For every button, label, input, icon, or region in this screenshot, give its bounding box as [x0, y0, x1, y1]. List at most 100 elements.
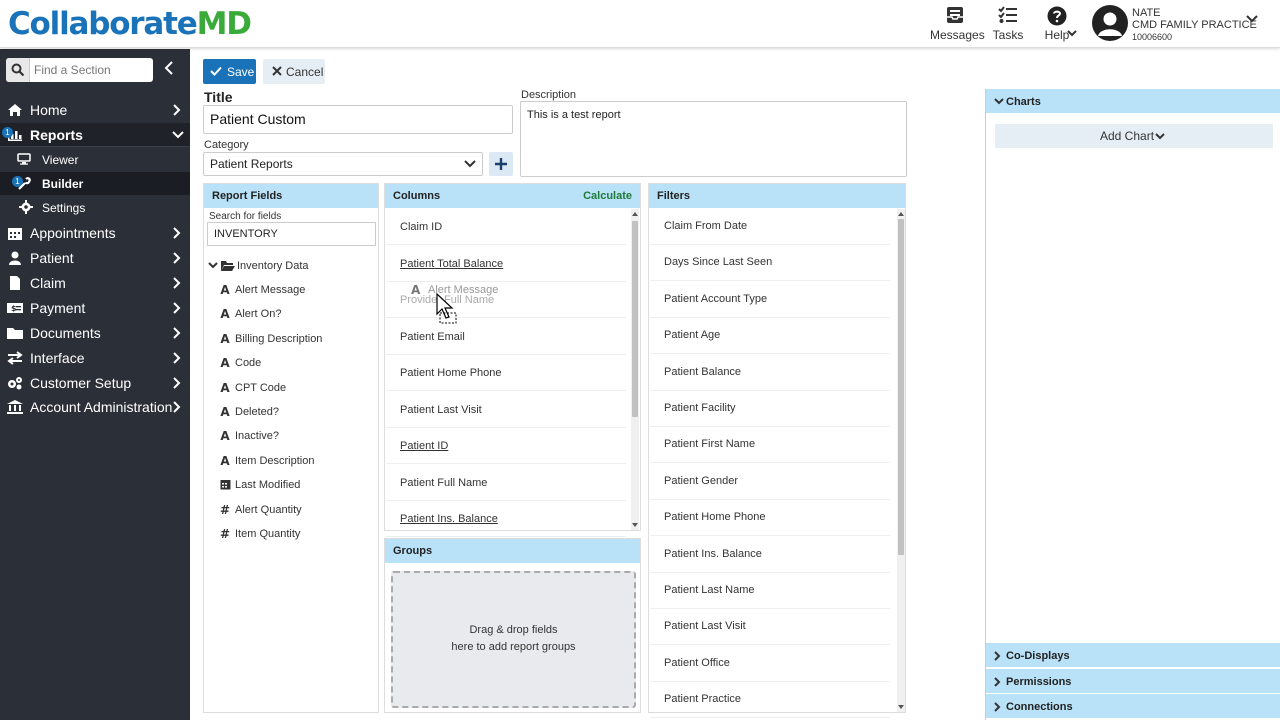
- connections-section-header[interactable]: Connections: [986, 694, 1280, 719]
- filter-item[interactable]: Claim From Date: [650, 208, 890, 245]
- field-item[interactable]: # Item Quantity: [219, 527, 374, 543]
- filter-item[interactable]: Days Since Last Seen: [650, 244, 890, 282]
- filter-item[interactable]: Patient Ins. Balance: [650, 536, 890, 573]
- filters-scrollbar[interactable]: [897, 209, 905, 712]
- search-button[interactable]: [6, 58, 30, 82]
- groups-dropzone[interactable]: Drag & drop fields here to add report gr…: [391, 571, 636, 708]
- close-icon: [272, 66, 282, 76]
- sidebar-item-label: Documents: [30, 325, 101, 341]
- filter-item-label: Patient First Name: [664, 438, 756, 451]
- save-button[interactable]: Save: [203, 59, 256, 84]
- field-search-input[interactable]: INVENTORY: [207, 222, 376, 246]
- sidebar-item-documents[interactable]: Documents: [0, 321, 190, 345]
- field-item[interactable]: A Alert Message: [219, 283, 374, 299]
- filter-item[interactable]: Patient Age: [650, 317, 890, 355]
- sidebar-item-label: Claim: [30, 275, 66, 291]
- right-panel: Charts Add Chart Co-Displays Permissions…: [985, 89, 1280, 720]
- chevron-down-icon: [208, 262, 218, 269]
- column-item[interactable]: Patient Ins. Balance: [386, 501, 626, 537]
- field-item[interactable]: # Alert Quantity: [219, 503, 374, 519]
- sidebar-item-appointments[interactable]: Appointments: [0, 221, 190, 245]
- column-item[interactable]: Patient Last Visit: [386, 392, 626, 428]
- help-button[interactable]: Help: [1036, 6, 1078, 42]
- money-icon: $: [7, 303, 23, 313]
- column-item[interactable]: Patient Home Phone: [386, 355, 626, 391]
- cancel-button[interactable]: Cancel: [263, 59, 325, 84]
- section-search: [6, 58, 153, 82]
- sidebar-item-payment[interactable]: $ Payment: [0, 296, 190, 320]
- charts-section-header[interactable]: Charts: [986, 89, 1280, 114]
- filter-item[interactable]: Patient Office: [650, 645, 890, 682]
- column-item[interactable]: Patient Full Name: [386, 465, 626, 501]
- column-item-label: Patient Ins. Balance: [400, 513, 498, 525]
- columns-scroll-thumb[interactable]: [632, 221, 638, 417]
- column-item[interactable]: Patient ID: [386, 428, 626, 464]
- groups-header: Groups: [385, 539, 640, 563]
- filter-item[interactable]: Patient Home Phone: [650, 499, 890, 537]
- collapse-sidebar-icon[interactable]: [164, 61, 174, 75]
- dragged-field[interactable]: A Alert Message: [411, 283, 531, 297]
- permissions-section-header[interactable]: Permissions: [986, 669, 1280, 694]
- category-select[interactable]: Patient Reports: [203, 152, 483, 176]
- columns-title: Columns: [393, 190, 441, 202]
- sidebar-item-claim[interactable]: Claim: [0, 271, 190, 295]
- field-item[interactable]: A CPT Code: [219, 381, 374, 397]
- question-circle-icon: [1036, 6, 1078, 28]
- filter-item-label: Patient Account Type: [664, 292, 768, 305]
- number-type-icon: #: [219, 527, 231, 541]
- sidebar-item-reports[interactable]: 1 Reports: [0, 123, 190, 147]
- filter-item[interactable]: Patient Facility: [650, 390, 890, 427]
- filter-item[interactable]: Patient Account Type: [650, 281, 890, 318]
- filter-item[interactable]: Patient Gender: [650, 463, 890, 500]
- filter-item-label: Patient Age: [664, 329, 721, 342]
- co-displays-section-header[interactable]: Co-Displays: [986, 643, 1280, 668]
- sidebar-subitem-builder[interactable]: 1 Builder: [0, 172, 190, 195]
- filter-item[interactable]: Patient Balance: [650, 354, 890, 391]
- report-fields-panel: Report Fields Search for fields INVENTOR…: [203, 183, 379, 713]
- sidebar-item-interface[interactable]: Interface: [0, 346, 190, 370]
- filter-item[interactable]: Patient Last Name: [650, 572, 890, 609]
- calculate-button[interactable]: Calculate: [583, 190, 632, 202]
- tasks-button[interactable]: Tasks: [991, 6, 1025, 42]
- add-category-button[interactable]: [489, 152, 513, 176]
- charts-title: Charts: [1006, 96, 1041, 108]
- inbox-icon: [930, 6, 980, 28]
- scroll-down-icon: [898, 705, 904, 709]
- filter-item[interactable]: Patient Practice: [650, 681, 890, 719]
- sidebar-subitem-settings[interactable]: Settings: [0, 196, 190, 219]
- field-item-label: Alert Message: [235, 284, 306, 296]
- filter-item[interactable]: Patient First Name: [650, 426, 890, 464]
- field-item[interactable]: A Alert On?: [219, 307, 374, 323]
- user-icon: [9, 251, 21, 265]
- field-item[interactable]: A Inactive?: [219, 429, 374, 445]
- sidebar-item-customer-setup[interactable]: Customer Setup: [0, 371, 190, 395]
- title-field[interactable]: Patient Custom: [203, 105, 513, 134]
- check-icon: [210, 66, 222, 76]
- tree-folder-inventory-data[interactable]: Inventory Data: [208, 260, 368, 274]
- sidebar-item-patient[interactable]: Patient: [0, 246, 190, 270]
- search-input[interactable]: [34, 61, 149, 79]
- column-item[interactable]: Claim ID: [386, 209, 626, 245]
- sidebar-subitem-viewer[interactable]: Viewer: [0, 148, 190, 171]
- user-menu[interactable]: NATE CMD FAMILY PRACTICE 10006600: [1092, 5, 1272, 45]
- columns-scrollbar[interactable]: [631, 209, 639, 530]
- column-item[interactable]: Patient Email: [386, 319, 626, 355]
- column-item[interactable]: Patient Total Balance: [386, 246, 626, 282]
- description-field[interactable]: This is a test report: [520, 101, 907, 177]
- messages-button[interactable]: Messages: [930, 6, 985, 42]
- field-item[interactable]: A Billing Description: [219, 332, 374, 348]
- field-item[interactable]: A Item Description: [219, 454, 374, 470]
- calendar-icon: [8, 228, 22, 240]
- sidebar-item-account-administration[interactable]: Account Administration: [0, 395, 190, 419]
- field-item[interactable]: A Code: [219, 356, 374, 372]
- calendar-icon: [219, 478, 231, 493]
- sidebar-item-home[interactable]: Home: [0, 98, 190, 122]
- filter-item-label: Patient Last Name: [664, 584, 755, 596]
- filter-item[interactable]: Patient Last Visit: [650, 608, 890, 646]
- field-item[interactable]: A Deleted?: [219, 405, 374, 421]
- filters-scroll-thumb[interactable]: [898, 219, 904, 555]
- field-item[interactable]: Last Modified: [219, 478, 374, 494]
- folder-icon: [7, 328, 23, 339]
- app-logo[interactable]: CollaborateMD: [8, 2, 252, 46]
- add-chart-button[interactable]: Add Chart: [995, 124, 1273, 148]
